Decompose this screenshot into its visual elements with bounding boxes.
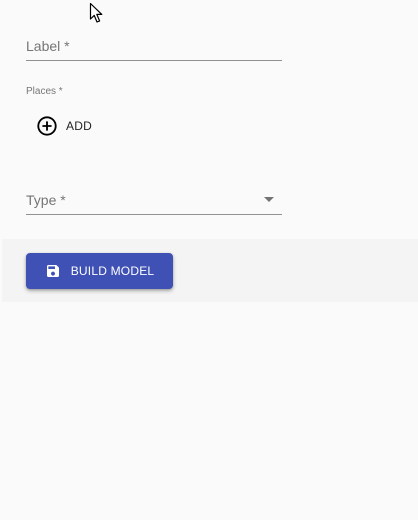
build-model-label: BUILD MODEL <box>70 264 155 278</box>
label-field[interactable]: Label * <box>26 36 282 61</box>
build-model-button[interactable]: BUILD MODEL <box>26 253 173 289</box>
places-label: Places * <box>26 86 63 97</box>
add-place-label: ADD <box>66 119 92 133</box>
add-circle-outline-icon <box>37 116 57 136</box>
save-icon <box>46 265 59 277</box>
type-select[interactable]: Type * <box>26 188 282 215</box>
action-bar: BUILD MODEL <box>2 239 418 302</box>
type-select-label: Type * <box>26 192 66 208</box>
add-place-button[interactable]: ADD <box>28 108 100 144</box>
mouse-cursor-icon <box>89 2 103 23</box>
dropdown-arrow-icon <box>264 197 274 202</box>
label-field-label: Label * <box>26 38 70 54</box>
